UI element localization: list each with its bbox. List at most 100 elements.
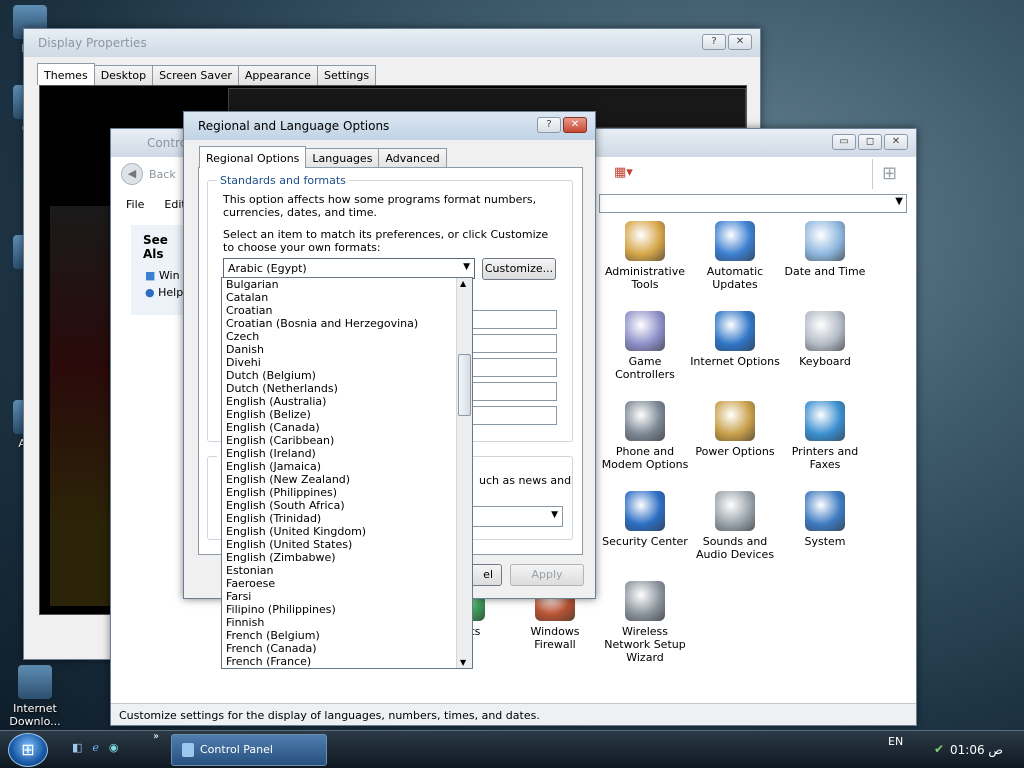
phone-and-modem-options-icon <box>625 401 665 441</box>
internet-explorer-icon[interactable]: ℯ <box>92 741 99 754</box>
help-button[interactable]: ? <box>537 117 561 133</box>
tab-languages[interactable]: Languages <box>305 148 380 168</box>
sample-short-date <box>471 382 557 401</box>
dropdown-option[interactable]: Bulgarian <box>222 278 472 291</box>
dropdown-option[interactable]: Farsi <box>222 590 472 603</box>
media-player-icon[interactable]: ◉ <box>109 741 119 754</box>
cp-item-game-controllers[interactable]: Game Controllers <box>600 311 690 381</box>
location-select[interactable]: ▼ <box>471 506 563 527</box>
cp-item-administrative-tools[interactable]: Administrative Tools <box>600 221 690 291</box>
see-also-windows-update[interactable]: ■ Win <box>131 261 191 282</box>
scroll-up-icon[interactable]: ▲ <box>460 279 466 288</box>
tab-desktop[interactable]: Desktop <box>93 65 154 85</box>
apply-button[interactable]: Apply <box>510 564 584 586</box>
cp-item-internet-options[interactable]: Internet Options <box>690 311 780 368</box>
dropdown-option[interactable]: Finnish <box>222 616 472 629</box>
dropdown-option[interactable]: English (United Kingdom) <box>222 525 472 538</box>
format-select[interactable]: Arabic (Egypt) ▼ <box>223 258 475 279</box>
clock[interactable]: 01:06 ص <box>950 743 1003 757</box>
scroll-down-icon[interactable]: ▼ <box>460 658 466 667</box>
cp-item-wireless-network-setup-wizard[interactable]: Wireless Network Setup Wizard <box>600 581 690 664</box>
cp-item-phone-and-modem-options[interactable]: Phone and Modem Options <box>600 401 690 471</box>
help-button[interactable]: ? <box>702 34 726 50</box>
dropdown-option[interactable]: Catalan <box>222 291 472 304</box>
dropdown-option[interactable]: English (Zimbabwe) <box>222 551 472 564</box>
desktop-icon[interactable]: Internet Downlo... <box>5 665 65 728</box>
dropdown-option[interactable]: Dutch (Belgium) <box>222 369 472 382</box>
show-desktop-icon[interactable]: ◧ <box>72 741 82 754</box>
quick-launch-overflow-icon[interactable]: » <box>153 731 159 742</box>
customize-button[interactable]: Customize... <box>482 258 556 280</box>
cp-item-date-and-time[interactable]: Date and Time <box>780 221 870 278</box>
dropdown-option[interactable]: French (Belgium) <box>222 629 472 642</box>
tab-themes[interactable]: Themes <box>37 63 95 85</box>
cp-item-label: Keyboard <box>799 355 851 368</box>
dropdown-option[interactable]: English (Canada) <box>222 421 472 434</box>
dropdown-option[interactable]: English (Philippines) <box>222 486 472 499</box>
see-also-help[interactable]: ● Help <box>131 282 191 299</box>
dropdown-scrollbar[interactable]: ▲ ▼ <box>456 278 472 668</box>
dropdown-option[interactable]: Croatian (Bosnia and Herzegovina) <box>222 317 472 330</box>
dropdown-option[interactable]: English (New Zealand) <box>222 473 472 486</box>
menu-file[interactable]: File <box>126 198 144 211</box>
dropdown-option[interactable]: English (Trinidad) <box>222 512 472 525</box>
sounds-and-audio-devices-icon <box>715 491 755 531</box>
taskbar-button-label: Control Panel <box>200 743 273 756</box>
dropdown-option[interactable]: French (Canada) <box>222 642 472 655</box>
minimize-button[interactable]: ▭ <box>832 134 856 150</box>
close-button[interactable]: ✕ <box>728 34 752 50</box>
dropdown-option[interactable]: Estonian <box>222 564 472 577</box>
cp-item-label: Printers and Faxes <box>791 445 859 471</box>
cp-item-system[interactable]: System <box>780 491 870 548</box>
cp-item-sounds-and-audio-devices[interactable]: Sounds and Audio Devices <box>690 491 780 561</box>
dropdown-option[interactable]: Czech <box>222 330 472 343</box>
dropdown-option[interactable]: French (France) <box>222 655 472 668</box>
standards-instruction: Select an item to match its preferences,… <box>223 228 549 254</box>
dropdown-option[interactable]: Croatian <box>222 304 472 317</box>
regional-titlebar[interactable]: Regional and Language Options <box>184 112 595 140</box>
dropdown-option[interactable]: English (South Africa) <box>222 499 472 512</box>
display-properties-titlebar[interactable]: Display Properties <box>24 29 760 57</box>
date-and-time-icon <box>805 221 845 261</box>
maximize-button[interactable]: ◻ <box>858 134 882 150</box>
network-tray-icon[interactable]: ✔ <box>934 742 944 756</box>
dropdown-option[interactable]: English (Australia) <box>222 395 472 408</box>
see-also-help-label: Help <box>158 286 184 299</box>
scrollbar-thumb[interactable] <box>458 354 471 416</box>
dropdown-option[interactable]: Danish <box>222 343 472 356</box>
tab-appearance[interactable]: Appearance <box>237 65 318 85</box>
dropdown-option[interactable]: Dutch (Netherlands) <box>222 382 472 395</box>
cp-item-label: Windows Firewall <box>530 625 580 651</box>
back-button[interactable]: ◀ Back <box>121 163 176 185</box>
standards-description: This option affects how some programs fo… <box>223 193 537 219</box>
language-indicator[interactable]: EN <box>888 735 903 748</box>
tab-screen-saver[interactable]: Screen Saver <box>152 65 239 85</box>
close-button[interactable]: ✕ <box>563 117 587 133</box>
views-icon[interactable]: ▦▾ <box>614 165 644 183</box>
power-options-icon <box>715 401 755 441</box>
tab-advanced[interactable]: Advanced <box>378 148 447 168</box>
regional-tabs: Regional Options Languages Advanced <box>199 146 447 168</box>
close-button[interactable]: ✕ <box>884 134 908 150</box>
cp-item-security-center[interactable]: Security Center <box>600 491 690 548</box>
taskbar-button-control-panel[interactable]: Control Panel <box>171 734 327 766</box>
format-dropdown-list[interactable]: Bulgarian Catalan Croatian Croatian (Bosnia… <box>221 277 473 669</box>
dropdown-option[interactable]: Divehi <box>222 356 472 369</box>
tab-regional-options[interactable]: Regional Options <box>199 146 307 168</box>
dropdown-option[interactable]: English (Belize) <box>222 408 472 421</box>
dropdown-option[interactable]: English (Caribbean) <box>222 434 472 447</box>
address-bar[interactable]: ▼ <box>599 194 907 213</box>
cp-item-power-options[interactable]: Power Options <box>690 401 780 458</box>
cp-item-keyboard[interactable]: Keyboard <box>780 311 870 368</box>
dropdown-option[interactable]: English (Ireland) <box>222 447 472 460</box>
tab-settings[interactable]: Settings <box>316 65 377 85</box>
cp-item-automatic-updates[interactable]: Automatic Updates <box>690 221 780 291</box>
start-button[interactable]: ⊞ <box>8 733 48 767</box>
see-also-panel: See Als ■ Win ● Help <box>131 225 191 315</box>
menu-bar: File Edit <box>126 198 186 211</box>
dropdown-option[interactable]: English (Jamaica) <box>222 460 472 473</box>
cp-item-printers-and-faxes[interactable]: Printers and Faxes <box>780 401 870 471</box>
dropdown-option[interactable]: English (United States) <box>222 538 472 551</box>
dropdown-option[interactable]: Filipino (Philippines) <box>222 603 472 616</box>
dropdown-option[interactable]: Faeroese <box>222 577 472 590</box>
